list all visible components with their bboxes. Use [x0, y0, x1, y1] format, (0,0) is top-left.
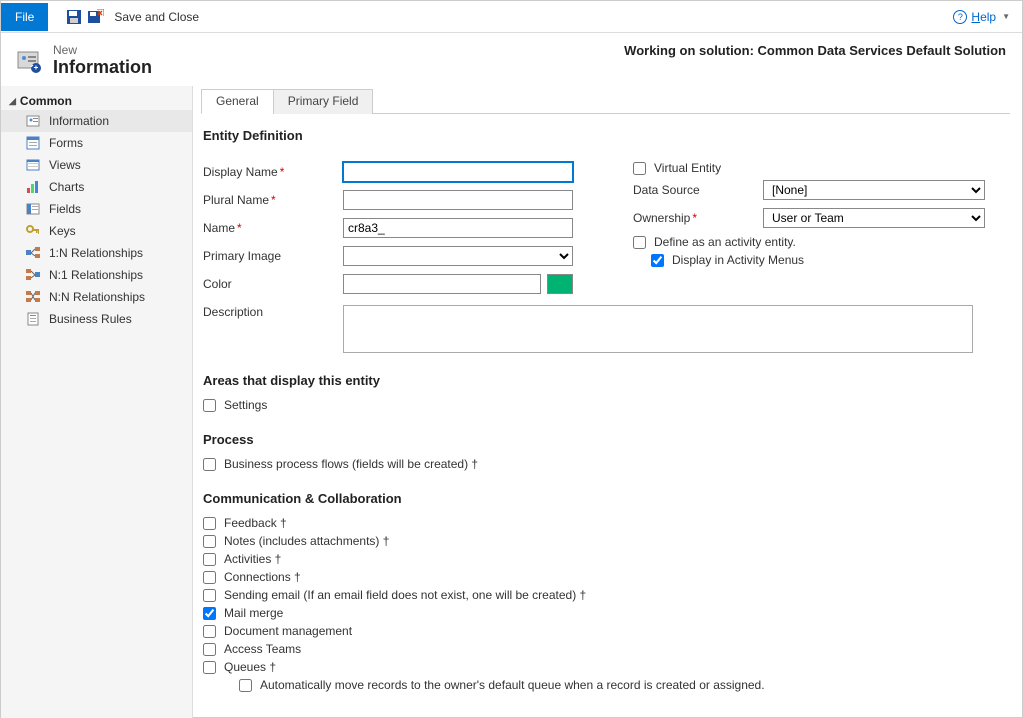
label-ownership: Ownership*: [633, 211, 763, 225]
label-color: Color: [203, 277, 343, 291]
file-button[interactable]: File: [1, 3, 48, 31]
display-name-input[interactable]: [343, 162, 573, 182]
label-plural-name: Plural Name*: [203, 193, 343, 207]
tab-general[interactable]: General: [201, 89, 274, 114]
sending-email-label: Sending email (If an email field does no…: [224, 588, 586, 602]
sidebar-item-information[interactable]: Information: [1, 110, 192, 132]
sidebar-item-keys[interactable]: Keys: [1, 220, 192, 242]
views-icon: [25, 157, 41, 173]
queues-checkbox[interactable]: [203, 661, 216, 674]
doc-mgmt-label: Document management: [224, 624, 352, 638]
help-dropdown-icon: ▼: [1002, 12, 1010, 21]
sidebar-item-business-rules[interactable]: Business Rules: [1, 308, 192, 330]
main: General Primary Field Entity Definition …: [193, 86, 1022, 718]
sidebar-item-charts[interactable]: Charts: [1, 176, 192, 198]
doc-mgmt-checkbox[interactable]: [203, 625, 216, 638]
color-swatch[interactable]: [547, 274, 573, 294]
sidebar-item-forms[interactable]: Forms: [1, 132, 192, 154]
toolbar-icons: Save and Close: [66, 9, 199, 25]
label-description: Description: [203, 305, 343, 319]
auto-queue-label: Automatically move records to the owner'…: [260, 678, 765, 692]
body: ◢ Common Information Forms Views Charts …: [1, 86, 1022, 718]
keys-icon: [25, 223, 41, 239]
help-icon: ?: [953, 10, 967, 24]
mail-merge-label: Mail merge: [224, 606, 283, 620]
connections-label: Connections †: [224, 570, 301, 584]
sidebar-item-fields[interactable]: Fields: [1, 198, 192, 220]
header: New Information Working on solution: Com…: [1, 33, 1022, 86]
name-input[interactable]: [343, 218, 573, 238]
solution-label: Working on solution: Common Data Service…: [624, 43, 1006, 58]
settings-checkbox[interactable]: [203, 399, 216, 412]
many-to-many-icon: [25, 289, 41, 305]
access-teams-label: Access Teams: [224, 642, 301, 656]
display-activity-menus-label: Display in Activity Menus: [672, 253, 804, 267]
activities-label: Activities †: [224, 552, 281, 566]
fields-icon: [25, 201, 41, 217]
virtual-entity-label: Virtual Entity: [654, 161, 721, 175]
form-scroll[interactable]: Entity Definition Display Name* Plural N…: [193, 114, 1022, 718]
one-to-many-icon: [25, 245, 41, 261]
ownership-select[interactable]: User or Team: [763, 208, 985, 228]
sidebar: ◢ Common Information Forms Views Charts …: [1, 86, 193, 718]
label-display-name: Display Name*: [203, 165, 343, 179]
tree-group-common[interactable]: ◢ Common: [1, 92, 192, 110]
sidebar-item-nn[interactable]: N:N Relationships: [1, 286, 192, 308]
section-comm: Communication & Collaboration: [203, 491, 998, 506]
label-data-source: Data Source: [633, 183, 763, 197]
data-source-select[interactable]: [None]: [763, 180, 985, 200]
section-areas: Areas that display this entity: [203, 373, 998, 388]
save-icon[interactable]: [66, 9, 82, 25]
notes-label: Notes (includes attachments) †: [224, 534, 389, 548]
color-input[interactable]: [343, 274, 541, 294]
charts-icon: [25, 179, 41, 195]
tabs: General Primary Field: [201, 88, 1010, 114]
mail-merge-checkbox[interactable]: [203, 607, 216, 620]
entity-icon: [15, 47, 43, 75]
access-teams-checkbox[interactable]: [203, 643, 216, 656]
sidebar-item-1n[interactable]: 1:N Relationships: [1, 242, 192, 264]
settings-label: Settings: [224, 398, 267, 412]
sidebar-item-n1[interactable]: N:1 Relationships: [1, 264, 192, 286]
label-name: Name*: [203, 221, 343, 235]
section-process: Process: [203, 432, 998, 447]
description-textarea[interactable]: [343, 305, 973, 353]
label-primary-image: Primary Image: [203, 249, 343, 263]
activities-checkbox[interactable]: [203, 553, 216, 566]
form-col-right: Virtual Entity Data Source [None] Owners…: [633, 161, 998, 301]
primary-image-select[interactable]: [343, 246, 573, 266]
header-new: New: [53, 43, 152, 57]
section-entity-definition: Entity Definition: [203, 128, 998, 143]
define-activity-checkbox[interactable]: [633, 236, 646, 249]
auto-queue-checkbox[interactable]: [239, 679, 252, 692]
toolbar: File Save and Close ? Help ▼: [1, 1, 1022, 33]
queues-label: Queues †: [224, 660, 276, 674]
forms-icon: [25, 135, 41, 151]
bpf-checkbox[interactable]: [203, 458, 216, 471]
tab-primary-field[interactable]: Primary Field: [273, 89, 374, 114]
header-titles: New Information: [53, 43, 152, 78]
page-title: Information: [53, 57, 152, 78]
virtual-entity-checkbox[interactable]: [633, 162, 646, 175]
notes-checkbox[interactable]: [203, 535, 216, 548]
form-col-left: Display Name* Plural Name* Name* Primary…: [203, 161, 573, 301]
feedback-checkbox[interactable]: [203, 517, 216, 530]
display-activity-menus-checkbox[interactable]: [651, 254, 664, 267]
form-grid: Display Name* Plural Name* Name* Primary…: [203, 161, 998, 301]
bpf-label: Business process flows (fields will be c…: [224, 457, 478, 471]
sending-email-checkbox[interactable]: [203, 589, 216, 602]
many-to-one-icon: [25, 267, 41, 283]
plural-name-input[interactable]: [343, 190, 573, 210]
business-rules-icon: [25, 311, 41, 327]
information-icon: [25, 113, 41, 129]
help-link[interactable]: ? Help ▼: [953, 10, 1010, 24]
save-close-icon[interactable]: [88, 9, 104, 25]
sidebar-item-views[interactable]: Views: [1, 154, 192, 176]
connections-checkbox[interactable]: [203, 571, 216, 584]
define-activity-label: Define as an activity entity.: [654, 235, 796, 249]
save-close-label[interactable]: Save and Close: [114, 10, 199, 24]
feedback-label: Feedback †: [224, 516, 287, 530]
caret-down-icon: ◢: [9, 96, 16, 107]
